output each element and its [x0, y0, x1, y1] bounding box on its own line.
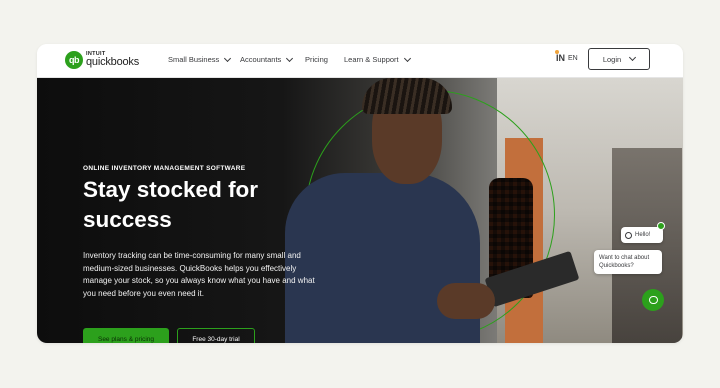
nav-label: Pricing	[305, 55, 328, 64]
language-selector[interactable]: IN EN	[555, 50, 578, 63]
chat-hello-bubble[interactable]: Hello!	[621, 227, 663, 243]
nav-label: Accountants	[240, 55, 282, 64]
nav-label: Small Business	[168, 55, 220, 64]
see-plans-label: See plans & pricing	[97, 335, 154, 343]
hero-headline: Stay stocked for success	[83, 177, 259, 232]
nav-accountants[interactable]: Accountants	[240, 54, 294, 64]
chevron-down-icon	[224, 54, 232, 62]
nav-learn-support[interactable]: Learn & Support	[344, 54, 411, 64]
flag-dot	[555, 50, 559, 54]
chevron-down-icon	[403, 54, 411, 62]
nav-label: Learn & Support	[344, 55, 399, 64]
hero-description: Inventory tracking can be time-consuming…	[83, 251, 315, 298]
login-button[interactable]: Login	[588, 48, 650, 70]
india-flag-icon: IN	[555, 50, 565, 63]
chat-hello-text: Hello!	[635, 232, 651, 238]
qb-logo-icon: qb	[65, 51, 83, 69]
quickbooks-logo[interactable]: qb INTUIT quickbooks	[65, 51, 165, 71]
person-hair	[362, 78, 452, 114]
chevron-down-icon	[629, 53, 637, 62]
chat-agent-icon	[625, 231, 632, 239]
site-header: qb INTUIT quickbooks Small Business Acco…	[37, 44, 683, 78]
logo-quickbooks-text: quickbooks	[86, 56, 140, 68]
hero-section: ONLINE INVENTORY MANAGEMENT SOFTWARE Sta…	[37, 78, 683, 343]
chat-prompt-text: Want to chat about Quickbooks?	[599, 255, 650, 269]
free-trial-button[interactable]: Free 30-day trial	[177, 328, 255, 343]
chat-icon	[648, 296, 658, 304]
nav-small-business[interactable]: Small Business	[168, 54, 232, 64]
see-plans-button[interactable]: See plans & pricing	[83, 328, 169, 343]
language-code: EN	[568, 54, 578, 62]
person-hand	[437, 283, 495, 319]
hero-eyebrow: ONLINE INVENTORY MANAGEMENT SOFTWARE	[83, 165, 246, 172]
clothing-rack	[612, 148, 682, 343]
nav-pricing[interactable]: Pricing	[305, 55, 328, 64]
login-label: Login	[602, 54, 622, 64]
website-window: qb INTUIT quickbooks Small Business Acco…	[37, 44, 683, 343]
chevron-down-icon	[286, 54, 294, 62]
chat-launcher-button[interactable]	[642, 289, 664, 311]
chat-prompt-bubble[interactable]: Want to chat about Quickbooks?	[594, 250, 662, 274]
chat-notification-dot	[657, 222, 665, 230]
free-trial-label: Free 30-day trial	[192, 335, 240, 343]
